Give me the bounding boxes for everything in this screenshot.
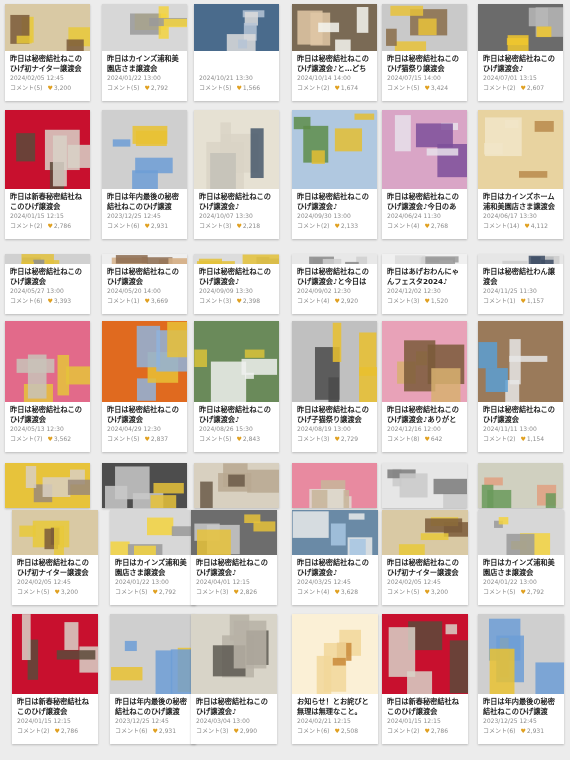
like-count: ♥2,792 [520, 589, 545, 596]
like-icon: ♥ [233, 589, 239, 596]
overlay-card[interactable]: 昨日は秘密結社ねこのひげ譲渡会♪ 2024/03/04 13:00 コメント(3) ♥… [191, 614, 277, 744]
comment-count[interactable]: コメント(6) [483, 728, 516, 735]
comment-count[interactable]: コメント(5) [387, 589, 420, 596]
post-title[interactable]: 昨日は秘密結社ねこのひげ初ナイター譲渡会 [12, 555, 98, 577]
like-count: ♥2,931 [520, 728, 545, 735]
like-icon: ♥ [520, 589, 526, 596]
like-icon: ♥ [334, 728, 340, 735]
post-title[interactable]: 昨日は新春秘密結社ねこのひげ譲渡会 [12, 694, 98, 716]
overlay-card[interactable]: 昨日は新春秘密結社ねこのひげ譲渡会 2024/01/15 12:15 コメント(2)… [382, 614, 468, 744]
post-title[interactable]: 昨日は年内最後の秘密結社ねこのひげ譲渡 [478, 694, 564, 716]
post-meta: コメント(3) ♥2,826 [191, 587, 277, 597]
like-icon: ♥ [152, 728, 158, 735]
thumbnail-image[interactable] [12, 510, 98, 555]
thumbnail-image[interactable] [12, 614, 98, 694]
post-date: 2024/02/05 12:45 [387, 579, 441, 586]
post-date: 2024/01/15 12:15 [387, 718, 441, 725]
like-icon: ♥ [520, 728, 526, 735]
like-count: ♥2,786 [54, 728, 79, 735]
post-title[interactable]: 昨日は秘密結社ねこのひげ譲渡会♪ [292, 555, 378, 577]
comment-count[interactable]: コメント(5) [483, 589, 516, 596]
post-meta: コメント(2) ♥2,786 [382, 726, 468, 736]
like-count: ♥2,786 [424, 728, 449, 735]
post-date: 2024/03/04 13:00 [196, 718, 250, 725]
overlay-card[interactable]: 昨日はカインズ浦和美園店さま譲渡会 2024/01/22 13:00 コメント(5)… [110, 510, 196, 605]
thumbnail-image[interactable] [292, 510, 378, 555]
like-icon: ♥ [152, 589, 158, 596]
like-count: ♥2,931 [152, 728, 177, 735]
overlay-card[interactable]: 昨日は年内最後の秘密結社ねこのひげ譲渡 2023/12/25 12:45 コメント(… [478, 614, 564, 744]
like-count: ♥3,200 [54, 589, 79, 596]
like-count: ♥2,508 [334, 728, 359, 735]
like-count: ♥2,990 [233, 728, 258, 735]
overlay-card[interactable]: 昨日は秘密結社ねこのひげ初ナイター譲渡会 2024/02/05 12:45 コメント… [382, 510, 468, 605]
post-meta: コメント(5) ♥2,792 [478, 587, 564, 597]
post-title[interactable]: 昨日は秘密結社ねこのひげ初ナイター譲渡会 [382, 555, 468, 577]
post-date: 2024/01/22 13:00 [483, 579, 537, 586]
post-meta: コメント(5) ♥3,200 [382, 587, 468, 597]
post-meta: コメント(5) ♥3,200 [12, 587, 98, 597]
like-count: ♥3,200 [424, 589, 449, 596]
thumbnail-image[interactable] [382, 510, 468, 555]
overlay-grid: 昨日は秘密結社ねこのひげ初ナイター譲渡会 2024/02/05 12:45 コメント… [0, 0, 570, 760]
thumbnail-image[interactable] [110, 614, 196, 694]
comment-count[interactable]: コメント(5) [115, 589, 148, 596]
post-title[interactable]: 昨日はカインズ浦和美園店さま譲渡会 [478, 555, 564, 577]
comment-count[interactable]: コメント(6) [297, 728, 330, 735]
like-count: ♥3,628 [334, 589, 359, 596]
post-title[interactable]: 昨日は秘密結社ねこのひげ譲渡会♪ [191, 694, 277, 716]
overlay-card[interactable]: 昨日は秘密結社ねこのひげ譲渡会♪ 2024/03/25 12:45 コメント(4) ♥… [292, 510, 378, 605]
post-meta: コメント(4) ♥3,628 [292, 587, 378, 597]
comment-count[interactable]: コメント(5) [17, 589, 50, 596]
post-title[interactable]: 昨日はカインズ浦和美園店さま譲渡会 [110, 555, 196, 577]
post-title[interactable]: 昨日は新春秘密結社ねこのひげ譲渡会 [382, 694, 468, 716]
thumbnail-image[interactable] [478, 614, 564, 694]
post-meta: コメント(5) ♥2,792 [110, 587, 196, 597]
like-icon: ♥ [424, 589, 430, 596]
post-date: 2024/01/22 13:00 [115, 579, 169, 586]
overlay-card[interactable]: 昨日は年内最後の秘密結社ねこのひげ譲渡 2023/12/25 12:45 コメント(… [110, 614, 196, 744]
post-date: 2024/04/01 12:15 [196, 579, 250, 586]
post-meta: コメント(6) ♥2,931 [478, 726, 564, 736]
like-icon: ♥ [334, 589, 340, 596]
like-icon: ♥ [424, 728, 430, 735]
overlay-card[interactable]: 昨日はカインズ浦和美園店さま譲渡会 2024/01/22 13:00 コメント(5)… [478, 510, 564, 605]
like-count: ♥2,826 [233, 589, 258, 596]
post-title[interactable]: 昨日は秘密結社ねこのひげ譲渡会♪ [191, 555, 277, 577]
thumbnail-image[interactable] [382, 614, 468, 694]
post-title[interactable]: 昨日は年内最後の秘密結社ねこのひげ譲渡 [110, 694, 196, 716]
like-icon: ♥ [54, 728, 60, 735]
thumbnail-image[interactable] [191, 614, 277, 694]
post-date: 2024/02/21 12:15 [297, 718, 351, 725]
comment-count[interactable]: コメント(3) [196, 728, 229, 735]
post-meta: コメント(6) ♥2,508 [292, 726, 378, 736]
post-meta: コメント(6) ♥2,931 [110, 726, 196, 736]
post-title[interactable]: お知らせ！とお詫びと無理は無理なこと。 [292, 694, 378, 716]
comment-count[interactable]: コメント(4) [297, 589, 330, 596]
post-date: 2023/12/25 12:45 [483, 718, 537, 725]
overlay-card[interactable]: お知らせ！とお詫びと無理は無理なこと。 2024/02/21 12:15 コメント(… [292, 614, 378, 744]
post-meta: コメント(3) ♥2,990 [191, 726, 277, 736]
post-meta: コメント(2) ♥2,786 [12, 726, 98, 736]
thumbnail-image[interactable] [110, 510, 196, 555]
like-icon: ♥ [54, 589, 60, 596]
comment-count[interactable]: コメント(2) [387, 728, 420, 735]
post-date: 2024/02/05 12:45 [17, 579, 71, 586]
comment-count[interactable]: コメント(2) [17, 728, 50, 735]
comment-count[interactable]: コメント(6) [115, 728, 148, 735]
post-date: 2024/01/15 12:15 [17, 718, 71, 725]
overlay-card[interactable]: 昨日は秘密結社ねこのひげ初ナイター譲渡会 2024/02/05 12:45 コメント… [12, 510, 98, 605]
comment-count[interactable]: コメント(3) [196, 589, 229, 596]
thumbnail-image[interactable] [478, 510, 564, 555]
like-icon: ♥ [233, 728, 239, 735]
thumbnail-image[interactable] [191, 510, 277, 555]
thumbnail-image[interactable] [292, 614, 378, 694]
overlay-card[interactable]: 昨日は新春秘密結社ねこのひげ譲渡会 2024/01/15 12:15 コメント(2)… [12, 614, 98, 744]
post-date: 2024/03/25 12:45 [297, 579, 351, 586]
like-count: ♥2,792 [152, 589, 177, 596]
post-date: 2023/12/25 12:45 [115, 718, 169, 725]
overlay-card[interactable]: 昨日は秘密結社ねこのひげ譲渡会♪ 2024/04/01 12:15 コメント(3) ♥… [191, 510, 277, 605]
